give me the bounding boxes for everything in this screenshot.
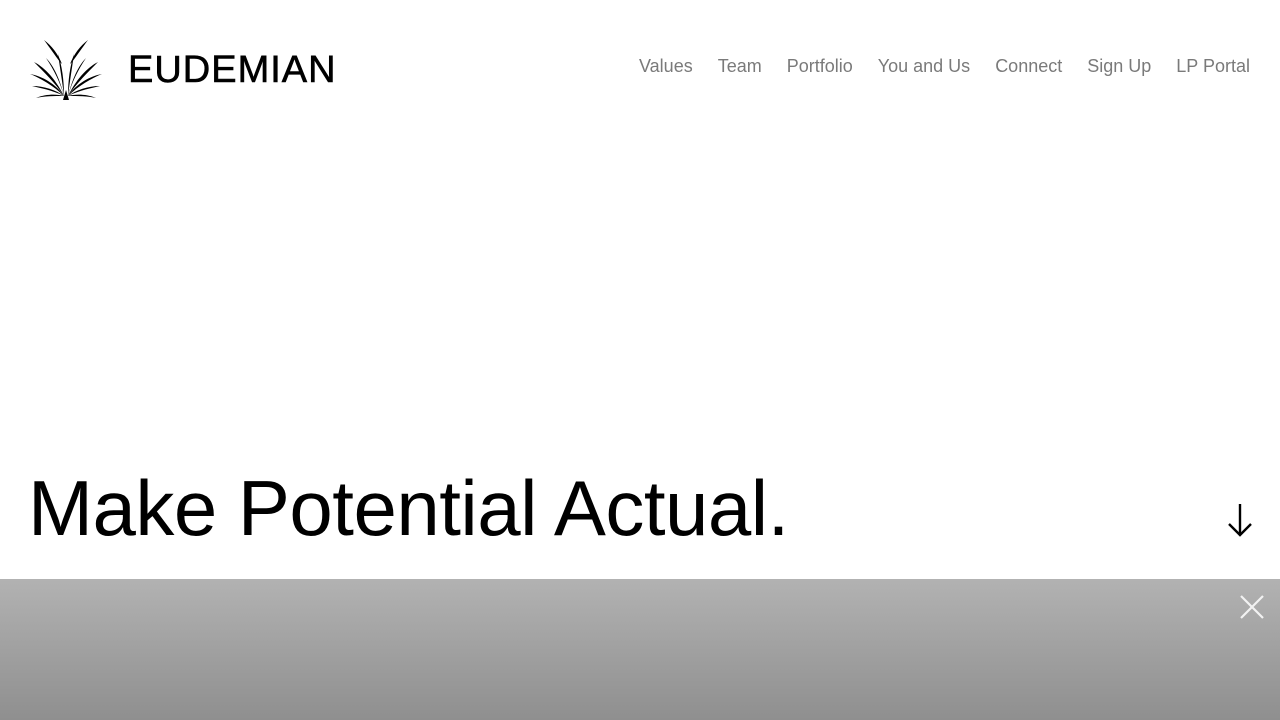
nav-item-portfolio[interactable]: Portfolio: [787, 54, 853, 78]
nav-item-values[interactable]: Values: [639, 54, 693, 78]
arrow-down-icon[interactable]: [1226, 502, 1254, 538]
brand-wordmark: EUDEMIAN: [128, 49, 337, 91]
nav-item-team[interactable]: Team: [718, 54, 762, 78]
hero-title: Make Potential Actual.: [28, 464, 789, 552]
page: EUDEMIAN Values Team Portfolio You and U…: [0, 0, 1280, 720]
bottom-banner: [0, 579, 1280, 720]
nav-item-sign-up[interactable]: Sign Up: [1087, 54, 1151, 78]
winged-emblem-icon: [30, 40, 102, 100]
nav-item-lp-portal[interactable]: LP Portal: [1176, 54, 1250, 78]
main-nav: Values Team Portfolio You and Us Connect…: [639, 54, 1250, 78]
nav-item-connect[interactable]: Connect: [995, 54, 1062, 78]
nav-item-you-and-us[interactable]: You and Us: [878, 54, 970, 78]
site-header: EUDEMIAN Values Team Portfolio You and U…: [0, 0, 1280, 130]
close-icon[interactable]: [1238, 593, 1266, 621]
logo-link[interactable]: EUDEMIAN: [30, 40, 337, 100]
